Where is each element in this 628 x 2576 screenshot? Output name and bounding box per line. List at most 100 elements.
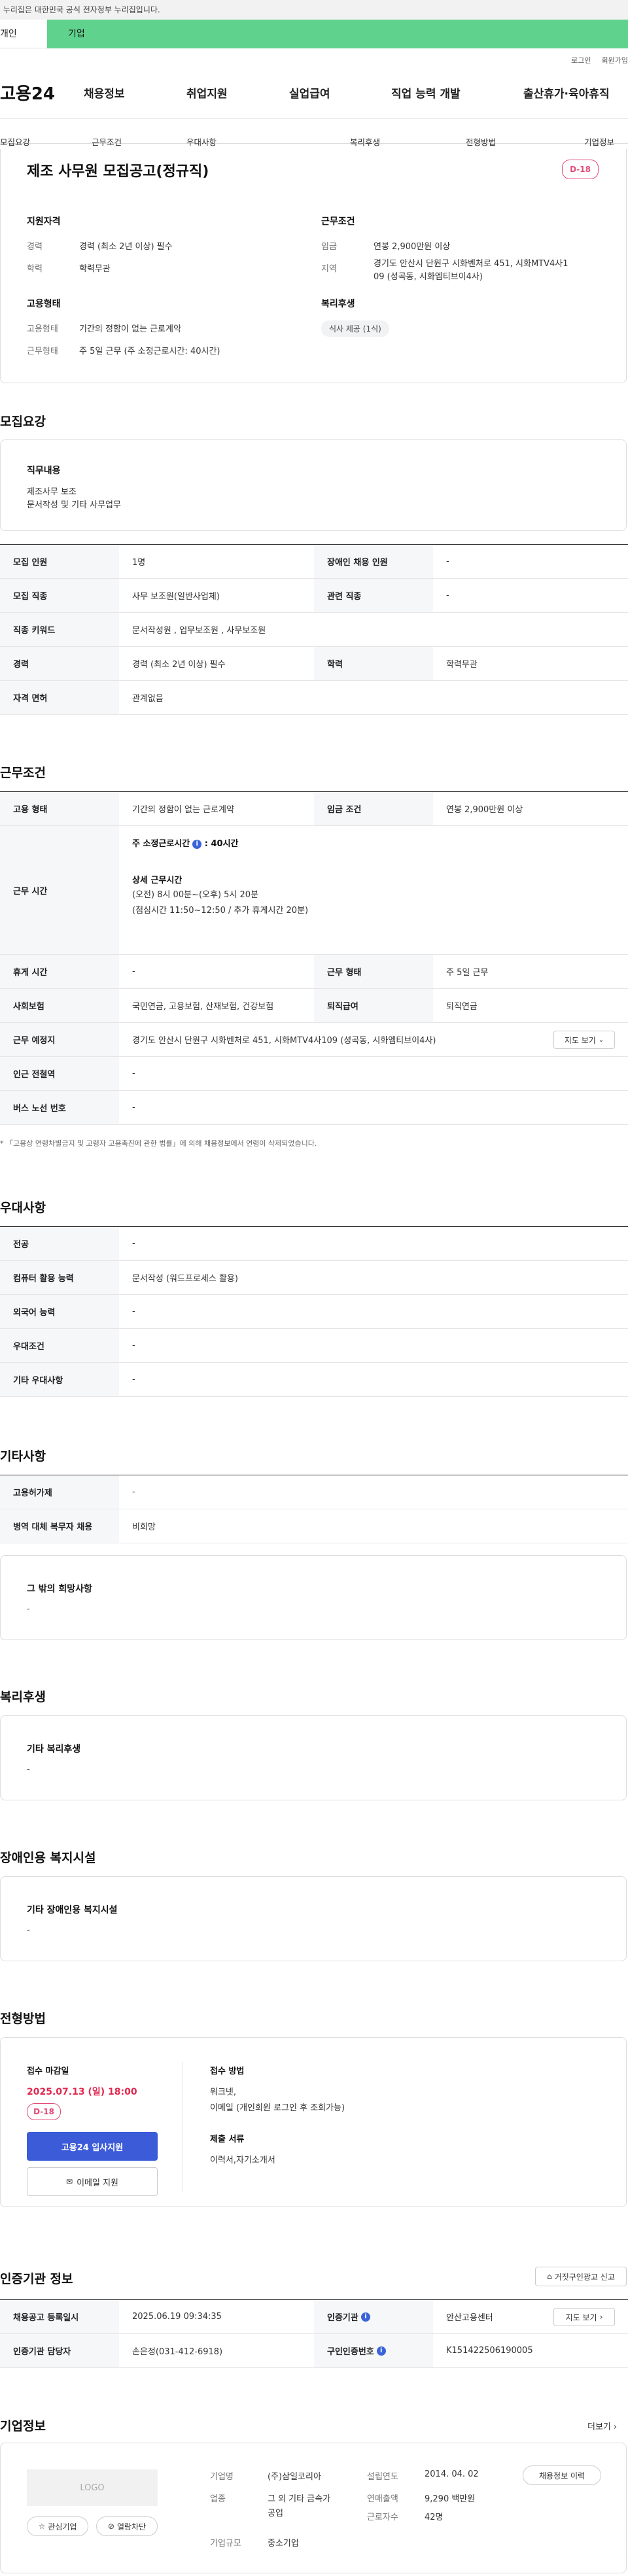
duty-line-1: 제조사무 보조: [27, 487, 77, 497]
cell-value: -: [446, 557, 449, 566]
place-value: 경기도 안산시 단원구 시화벤처로 451, 시화MTV4사109 (성곡동, …: [132, 1036, 436, 1046]
signup-link[interactable]: 회원가입: [602, 55, 628, 67]
selection-heading: 전형방법: [0, 2012, 46, 2026]
job-summary-card: 제조 사무원 모집공고(정규직) D-18 지원자격 경력 경력 (최소 2년 …: [0, 149, 627, 383]
detail-hours-title: 상세 근무시간: [132, 876, 183, 885]
siren-icon: ⌂: [547, 2272, 552, 2281]
mail-icon: ✉: [66, 2177, 73, 2186]
weekly-hours-label: 주 소정근로시간: [132, 839, 190, 849]
nav-training[interactable]: 직업 능력 개발: [391, 84, 461, 101]
emp-value: 기간의 정함이 없는 근로계약: [79, 324, 181, 334]
wage-cond-label: 임금 조건: [314, 792, 433, 825]
age-notice: * 「고용상 연령차별금지 및 고령자 고용촉진에 관한 법률」에 의해 채용정…: [0, 1139, 317, 1148]
cell-label: 관련 직종: [314, 579, 433, 612]
cell-label: 기타 우대사항: [0, 1363, 119, 1396]
emp-type-value: 기간의 정함이 없는 근로계약: [132, 805, 234, 815]
company-more-link[interactable]: 더보기 ›: [587, 2420, 617, 2432]
recruit-heading: 모집요강: [0, 415, 46, 429]
more-label: 더보기: [587, 2422, 611, 2432]
table-row: 직종 키워드 문서작성원 , 업무보조원 , 사무보조원: [0, 613, 628, 647]
nav-unemployment[interactable]: 실업급여: [289, 84, 330, 101]
cell-label: 고용허가제: [0, 1475, 119, 1509]
tab-individual[interactable]: 개인: [0, 20, 47, 48]
cell-value: -: [132, 1487, 135, 1497]
subnav-selection[interactable]: 전형방법: [466, 135, 496, 148]
nav-jobs[interactable]: 채용정보: [84, 84, 125, 101]
job-title: 제조 사무원 모집공고(정규직): [27, 163, 209, 180]
email-apply-button[interactable]: ✉ 이메일 지원: [27, 2167, 158, 2196]
cell-value: 경력 (최소 2년 이상) 필수: [132, 660, 226, 670]
table-row: 채용공고 등록일시 2025.06.19 09:34:35 인증기관 i 안산고용센터: [0, 2300, 628, 2334]
welfare-tag: 식사 제공 (1식): [321, 320, 389, 337]
table-row: 컴퓨터 활용 능력 문서작성 (워드프로세스 활용): [0, 1261, 628, 1295]
map-button[interactable]: 지도 보기 ⌄: [553, 1031, 615, 1049]
duty-title: 직무내용: [27, 466, 61, 476]
weekly-hours-value: : 40시간: [204, 839, 239, 849]
bus-value: -: [132, 1103, 135, 1112]
weekly-hours: 주 소정근로시간 i : 40시간: [132, 836, 239, 849]
table-row: 병역 대체 복무자 채용 비희망: [0, 1509, 628, 1543]
emp-title: 고용형태: [27, 299, 61, 309]
ins-value: 국민연금, 고용보험, 산재보험, 건강보험: [132, 1002, 274, 1012]
duty-card: 직무내용 제조사무 보조 문서작성 및 기타 사무업무: [0, 439, 627, 531]
report-button[interactable]: ⌂ 거짓구인광고 신고: [535, 2267, 627, 2286]
cell-label: 장애인 채용 인원: [314, 545, 433, 578]
employees-value: 42명: [425, 2513, 444, 2522]
cell-value: -: [132, 1341, 135, 1350]
num-label: 구인인증번호 i: [314, 2334, 433, 2367]
cell-value: -: [132, 1239, 135, 1248]
industry-value-1: 그 외 기타 금속가: [268, 2494, 331, 2504]
subnav-welfare[interactable]: 복리후생: [350, 135, 380, 148]
nav-leave[interactable]: 출산휴가·육아휴직: [523, 84, 610, 101]
subnav-work[interactable]: 근무조건: [92, 135, 122, 148]
disabled-item-title: 기타 장애인용 복지시설: [27, 1905, 118, 1915]
utility-links: 로그인 회원가입: [0, 48, 628, 67]
site-logo[interactable]: 고용24: [0, 80, 75, 105]
cell-value: -: [132, 1375, 135, 1384]
mgr-value: 손은정(031-412-6918): [132, 2347, 223, 2357]
email-apply-label: 이메일 지원: [77, 2178, 118, 2188]
hope-title: 그 밖의 희망사항: [27, 1584, 92, 1594]
star-icon: ☆: [38, 2522, 46, 2531]
employees-label: 근로자수: [367, 2513, 398, 2522]
org-label-text: 인증기관: [327, 2313, 358, 2323]
size-label: 기업규모: [210, 2539, 241, 2549]
emp-label: 고용형태: [27, 324, 58, 334]
work-time-cell: 주 소정근로시간 i : 40시간 상세 근무시간 (오전) 8시 00분~(오후…: [119, 826, 628, 954]
subnav-company[interactable]: 기업정보: [584, 135, 614, 148]
work-form-value: 주 5일 근무 (주 소정근로시간: 40시간): [79, 347, 220, 356]
login-link[interactable]: 로그인: [571, 55, 591, 67]
cell-value: -: [446, 591, 449, 600]
gov-banner: 이 누리집은 대한민국 공식 전자정부 누리집입니다.: [0, 0, 628, 20]
table-row: 기타 우대사항 -: [0, 1363, 628, 1397]
info-icon[interactable]: i: [192, 839, 202, 849]
welfare-heading: 복리후생: [0, 1690, 46, 1704]
chevron-down-icon: ⌄: [598, 1036, 604, 1044]
nav-employment-support[interactable]: 취업지원: [186, 84, 228, 101]
fav-label: 관심기업: [48, 2522, 77, 2532]
org-map-button[interactable]: 지도 보기 ›: [553, 2308, 615, 2326]
subnav-pref[interactable]: 우대사항: [186, 135, 217, 148]
place-label: 근무 예정지: [0, 1023, 119, 1056]
subnav-recruit[interactable]: 모집요강: [0, 135, 30, 148]
tab-corporate[interactable]: 기업: [47, 20, 628, 48]
history-button[interactable]: 채용정보 이력: [523, 2465, 601, 2485]
table-row: 경력 경력 (최소 2년 이상) 필수 학력 학력무관: [0, 647, 628, 681]
region-value-2: 09 (성곡동, 시화엠티브이4사): [374, 272, 483, 282]
selection-dday-badge: D-18: [27, 2103, 61, 2120]
cell-label: 모집 인원: [0, 545, 119, 578]
table-row: 자격 면허 관계없음: [0, 681, 628, 715]
method-title: 접수 방법: [210, 2067, 245, 2076]
edu-label: 학력: [27, 264, 43, 274]
block-button[interactable]: ⊘ 열람차단: [96, 2516, 158, 2536]
num-value: K151422506190005: [446, 2346, 533, 2356]
apply-button[interactable]: 고용24 입사지원: [27, 2132, 158, 2161]
fav-company-button[interactable]: ☆ 관심기업: [27, 2516, 88, 2536]
size-value: 중소기업: [268, 2539, 299, 2549]
region-value-1: 경기도 안산시 단원구 시화벤처로 451, 시화MTV4사1: [374, 259, 568, 269]
cell-label: 직종 키워드: [0, 613, 119, 646]
info-icon[interactable]: i: [360, 2312, 370, 2322]
cell-value: -: [132, 1307, 135, 1316]
main-nav: 고용24 채용정보 취업지원 실업급여 직업 능력 개발 출산휴가·육아휴직: [0, 67, 628, 119]
info-icon[interactable]: i: [376, 2346, 386, 2356]
